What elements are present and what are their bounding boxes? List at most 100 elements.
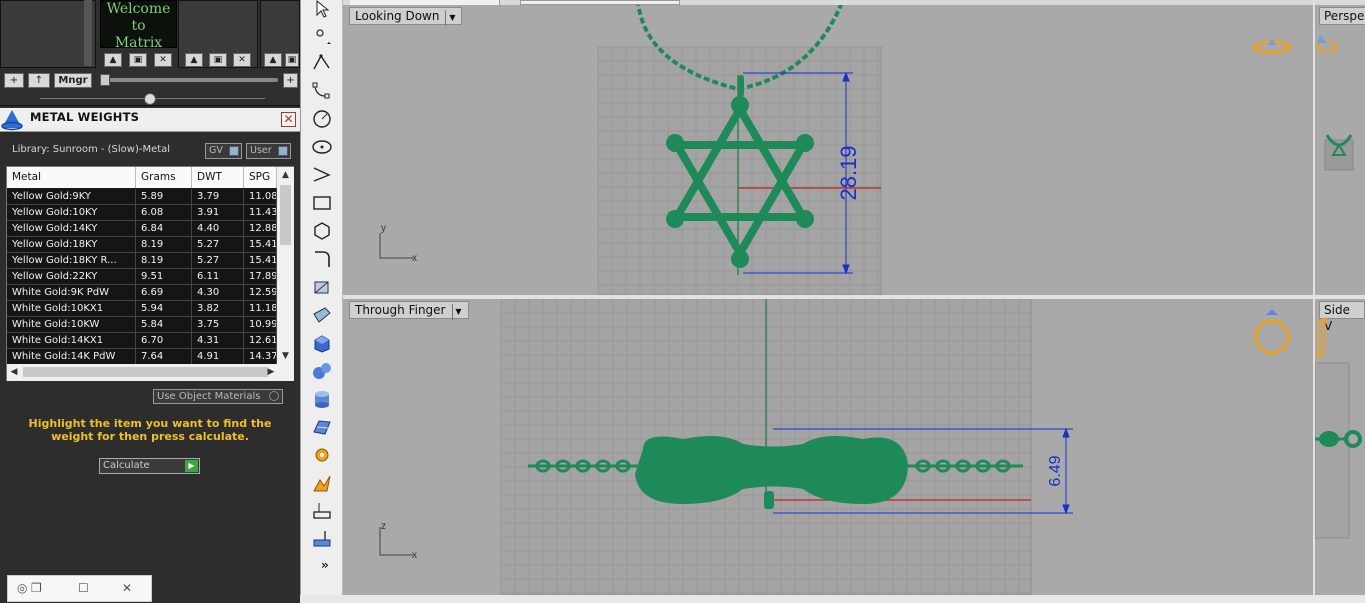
- table-row[interactable]: White Gold:9K PdW 6.69 4.30 12.59: [7, 285, 277, 301]
- table-row[interactable]: White Gold:14KX1 6.70 4.31 12.61: [7, 333, 277, 349]
- table-cell: 6.11: [192, 269, 244, 285]
- scroll-down-arrow[interactable]: ▼: [277, 348, 294, 364]
- ellipse-icon[interactable]: [311, 136, 333, 158]
- table-cell: 12.59: [244, 285, 277, 301]
- hscroll-thumb[interactable]: [23, 367, 268, 377]
- table-cell: 5.84: [136, 317, 192, 333]
- close-icon[interactable]: ✕: [281, 112, 296, 127]
- dimension-icon[interactable]: [311, 500, 333, 522]
- cylinder-icon[interactable]: [311, 388, 333, 410]
- polyline-icon[interactable]: [311, 52, 333, 74]
- gv-label: GV: [209, 145, 223, 156]
- gear-icon[interactable]: [311, 444, 333, 466]
- viewport-side[interactable]: Side V: [1315, 299, 1365, 595]
- panel-collapse-toggle[interactable]: [144, 93, 156, 105]
- perspective-canvas: [1316, 35, 1354, 171]
- user-label: User: [250, 145, 272, 156]
- fillet-icon[interactable]: [311, 248, 333, 270]
- transform-icon[interactable]: [311, 276, 333, 298]
- viewport-horizontal-separator[interactable]: [343, 295, 1365, 299]
- slot4-up-button[interactable]: ▲: [264, 53, 282, 67]
- select-arrow-icon[interactable]: [311, 0, 333, 20]
- zoom-slider-track[interactable]: [102, 78, 278, 82]
- more-tools-icon[interactable]: »: [321, 558, 329, 572]
- scroll-up-arrow[interactable]: ▲: [277, 167, 294, 183]
- chevron-down-icon-2[interactable]: ▼: [451, 304, 462, 320]
- slot3-save-button[interactable]: ▣: [209, 53, 227, 67]
- arc-icon[interactable]: [311, 164, 333, 186]
- zoom-slider-handle[interactable]: [100, 74, 110, 86]
- use-object-materials-radio[interactable]: [269, 391, 279, 401]
- mngr-button[interactable]: Mngr: [54, 73, 92, 88]
- slot-up-button[interactable]: ▲: [104, 53, 122, 67]
- rectangle-icon[interactable]: [311, 192, 333, 214]
- table-row[interactable]: Yellow Gold:9KY 5.89 3.79 11.08: [7, 189, 277, 205]
- table-row[interactable]: White Gold:10KW 5.84 3.75 10.99: [7, 317, 277, 333]
- explode-icon[interactable]: [311, 472, 333, 494]
- axis-label-z: z: [381, 521, 386, 532]
- point-icon[interactable]: [311, 24, 333, 46]
- maximize-icon[interactable]: ☐: [78, 581, 89, 595]
- table-row[interactable]: Yellow Gold:22KY 9.51 6.11 17.89: [7, 269, 277, 285]
- table-cell: White Gold:10KX1: [7, 301, 136, 317]
- table-cell: 17.89: [244, 269, 277, 285]
- add-button[interactable]: +: [4, 73, 24, 88]
- table-row[interactable]: Yellow Gold:18KY 8.19 5.27 15.41: [7, 237, 277, 253]
- box-icon[interactable]: [311, 332, 333, 354]
- scroll-left-arrow[interactable]: ◀: [7, 364, 21, 380]
- measure-icon[interactable]: [311, 528, 333, 550]
- chevron-down-icon[interactable]: ▼: [445, 10, 455, 26]
- table-cell: 4.91: [192, 349, 244, 364]
- column-header[interactable]: Metal: [7, 167, 136, 188]
- slot-save-button[interactable]: ▣: [129, 53, 147, 67]
- viewport-looking-down[interactable]: 28.19 y x Looking Down ▼: [343, 5, 1313, 295]
- table-row[interactable]: Yellow Gold:18KY R... 8.19 5.27 15.41: [7, 253, 277, 269]
- up-button[interactable]: ↑: [28, 73, 50, 88]
- viewport-perspective[interactable]: Perspe: [1315, 5, 1365, 295]
- curve-points-icon[interactable]: [311, 80, 333, 102]
- scroll-thumb[interactable]: [280, 185, 291, 245]
- sphere-icon[interactable]: [311, 360, 333, 382]
- ring-view-icon[interactable]: [1254, 309, 1290, 355]
- table-row[interactable]: Yellow Gold:10KY 6.08 3.91 11.43: [7, 205, 277, 221]
- calculate-button[interactable]: Calculate ▶: [99, 458, 200, 474]
- sweep-icon[interactable]: [311, 304, 333, 326]
- user-toggle[interactable]: User: [246, 143, 291, 159]
- play-icon[interactable]: ▶: [185, 460, 198, 472]
- column-header[interactable]: SPG: [244, 167, 277, 188]
- slot3-delete-button[interactable]: ✕: [233, 53, 251, 67]
- table-row[interactable]: White Gold:10KX1 5.94 3.82 11.18: [7, 301, 277, 317]
- use-object-materials-toggle[interactable]: Use Object Materials: [153, 389, 283, 404]
- viewport-label-looking-down[interactable]: Looking Down ▼: [349, 7, 463, 26]
- table-row[interactable]: Yellow Gold:14KY 6.84 4.40 12.88: [7, 221, 277, 237]
- viewport-label-through-finger[interactable]: Through Finger ▼: [349, 301, 469, 320]
- viewport-through-finger[interactable]: 6.49 z x Through Finger ▼: [343, 299, 1313, 595]
- surface-icon[interactable]: [311, 416, 333, 438]
- slot-scrollbar[interactable]: [84, 0, 92, 66]
- viewport-vertical-separator[interactable]: [1313, 0, 1315, 603]
- table-row[interactable]: White Gold:14K PdW 7.64 4.91 14.37: [7, 349, 277, 364]
- gv-toggle[interactable]: GV: [205, 143, 242, 159]
- column-header[interactable]: DWT: [192, 167, 244, 188]
- restore-icon[interactable]: ❐: [31, 581, 42, 595]
- polygon-icon[interactable]: [311, 220, 333, 242]
- table-cell: White Gold:9K PdW: [7, 285, 136, 301]
- table-cell: 3.75: [192, 317, 244, 333]
- bottom-status-bar: [300, 595, 1365, 603]
- close-window-icon[interactable]: ✕: [122, 581, 132, 595]
- plus-right-button[interactable]: +: [283, 73, 298, 88]
- slot4-save-button[interactable]: ▣: [285, 53, 299, 67]
- scroll-right-arrow[interactable]: ▶: [264, 364, 278, 380]
- circle-icon[interactable]: [311, 108, 333, 130]
- library-slot-1[interactable]: [0, 0, 96, 68]
- table-hscrollbar[interactable]: ◀ ▶: [7, 364, 294, 381]
- welcome-thumbnail[interactable]: Welcome to Matrix: [100, 0, 177, 51]
- chrome-icon[interactable]: ◎: [17, 581, 27, 595]
- slot3-up-button[interactable]: ▲: [185, 53, 203, 67]
- column-header[interactable]: Grams: [136, 167, 192, 188]
- gv-checkbox[interactable]: [229, 146, 239, 156]
- user-checkbox[interactable]: [278, 146, 288, 156]
- table-vscrollbar[interactable]: ▲ ▼: [277, 167, 294, 364]
- ring-top-view-icon[interactable]: [1252, 36, 1292, 58]
- slot-delete-button[interactable]: ✕: [154, 53, 172, 67]
